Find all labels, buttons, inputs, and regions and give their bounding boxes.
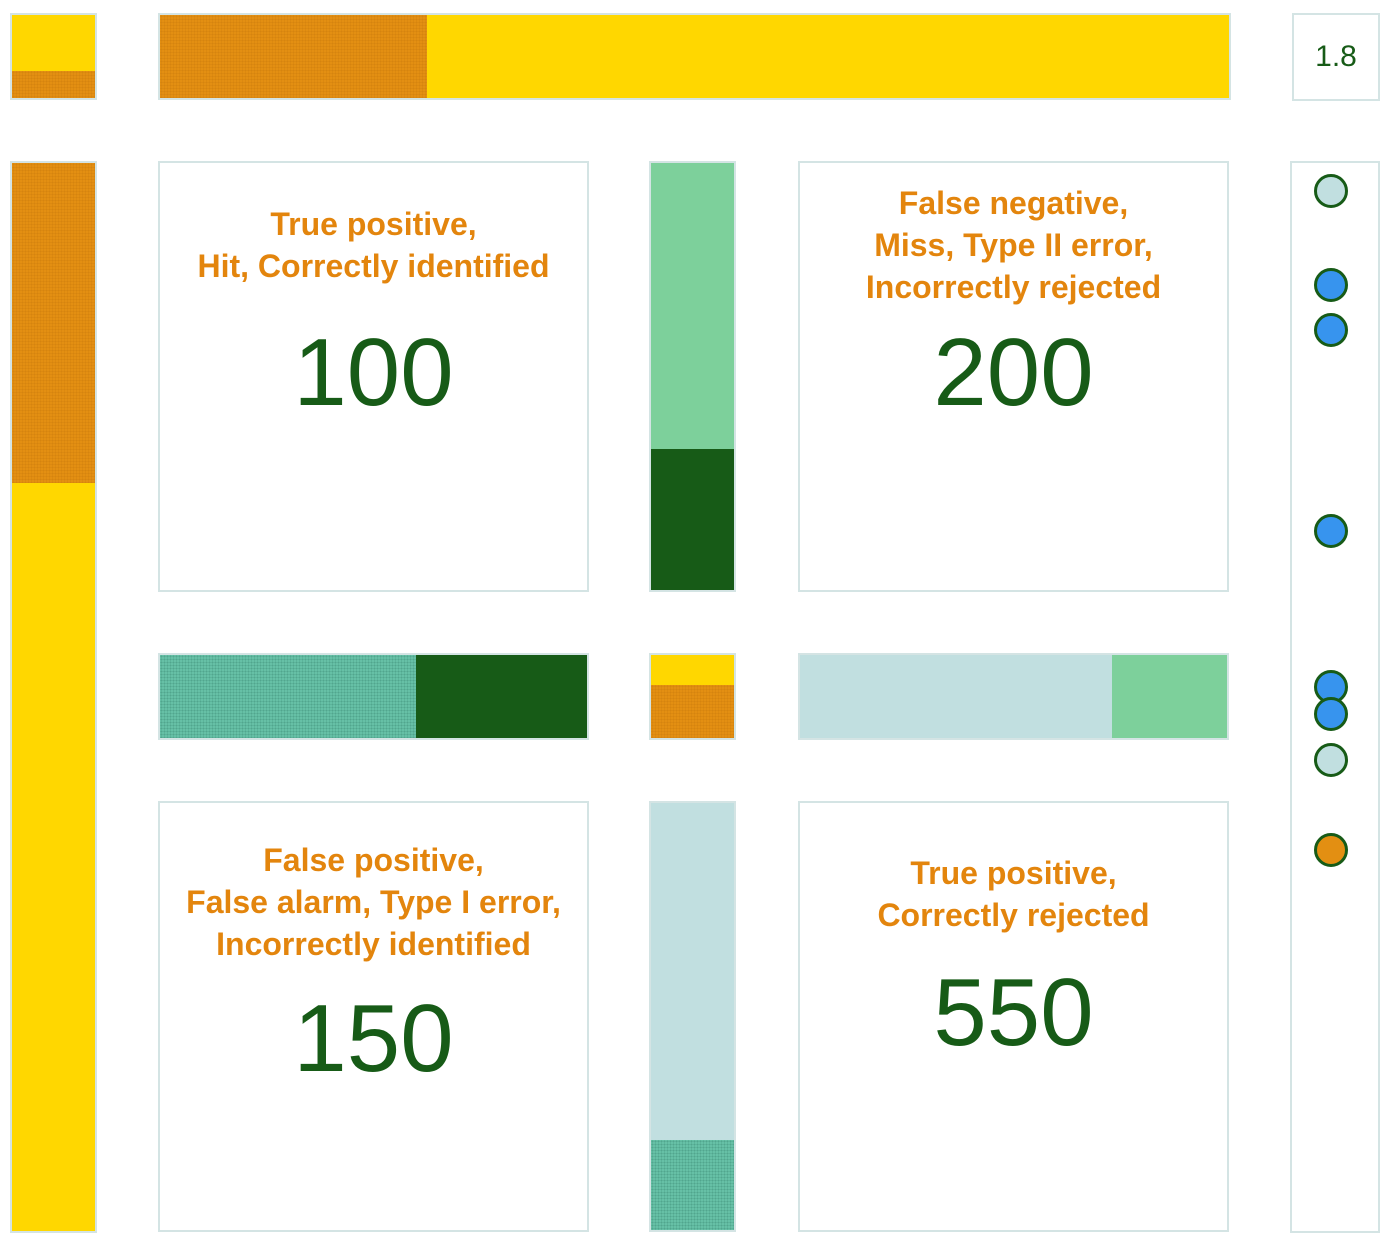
score-value: 1.8	[1315, 40, 1357, 73]
true-negative-label: True positive, Correctly rejected	[800, 852, 1227, 936]
upper-vertical-dark-green-segment	[651, 449, 734, 590]
left-vertical-bar	[10, 161, 97, 1233]
true-negative-count: 550	[933, 959, 1094, 1066]
upper-vertical-mint-segment	[651, 163, 734, 450]
label-line: True positive,	[910, 855, 1117, 891]
left-horizontal-teal-segment	[160, 655, 417, 738]
label-line: Correctly rejected	[877, 897, 1150, 933]
circle-marker-icon	[1314, 268, 1348, 302]
right-horizontal-mint-segment	[1111, 655, 1227, 738]
left-vertical-orange-segment	[12, 163, 95, 484]
top-corner-bar	[10, 13, 97, 100]
true-positive-quadrant: True positive, Hit, Correctly identified…	[158, 161, 589, 592]
left-vertical-yellow-segment	[12, 483, 95, 1231]
lower-vertical-light-segment	[651, 803, 734, 1141]
true-negative-quadrant: True positive, Correctly rejected 550	[798, 801, 1229, 1232]
circle-marker-icon	[1314, 743, 1348, 777]
label-line: False negative,	[898, 185, 1129, 221]
circle-marker-icon	[1314, 174, 1348, 208]
lower-vertical-bar	[649, 801, 736, 1232]
left-horizontal-bar	[158, 653, 589, 740]
true-positive-count: 100	[293, 319, 454, 426]
false-positive-quadrant: False positive, False alarm, Type I erro…	[158, 801, 589, 1232]
right-horizontal-light-segment	[800, 655, 1112, 738]
true-positive-label: True positive, Hit, Correctly identified	[160, 203, 587, 287]
label-line: True positive,	[270, 206, 477, 242]
false-positive-label: False positive, False alarm, Type I erro…	[160, 839, 587, 965]
lower-vertical-teal-segment	[651, 1140, 734, 1230]
center-corner-yellow-segment	[651, 655, 734, 685]
upper-vertical-bar	[649, 161, 736, 592]
right-horizontal-bar	[798, 653, 1229, 740]
top-horizontal-orange-segment	[160, 15, 428, 98]
top-horizontal-bar	[158, 13, 1231, 100]
score-box: 1.8	[1292, 13, 1380, 101]
circle-marker-icon	[1314, 833, 1348, 867]
label-line: Incorrectly rejected	[865, 269, 1162, 305]
false-negative-count: 200	[933, 319, 1094, 426]
label-line: False positive,	[263, 842, 484, 878]
false-positive-count: 150	[293, 985, 454, 1092]
label-line: False alarm, Type I error,	[186, 884, 561, 920]
false-negative-quadrant: False negative, Miss, Type II error, Inc…	[798, 161, 1229, 592]
circle-marker-icon	[1314, 514, 1348, 548]
label-line: Hit, Correctly identified	[197, 248, 550, 284]
center-corner-orange-segment	[651, 684, 734, 738]
label-line: Miss, Type II error,	[874, 227, 1153, 263]
circle-marker-icon	[1314, 697, 1348, 731]
top-horizontal-yellow-segment	[427, 15, 1229, 98]
label-line: Incorrectly identified	[216, 926, 531, 962]
top-corner-yellow-segment	[12, 15, 95, 71]
center-corner-bar	[649, 653, 736, 740]
top-corner-orange-segment	[12, 70, 95, 98]
circle-marker-icon	[1314, 313, 1348, 347]
false-negative-label: False negative, Miss, Type II error, Inc…	[800, 182, 1227, 308]
left-horizontal-dark-green-segment	[416, 655, 587, 738]
